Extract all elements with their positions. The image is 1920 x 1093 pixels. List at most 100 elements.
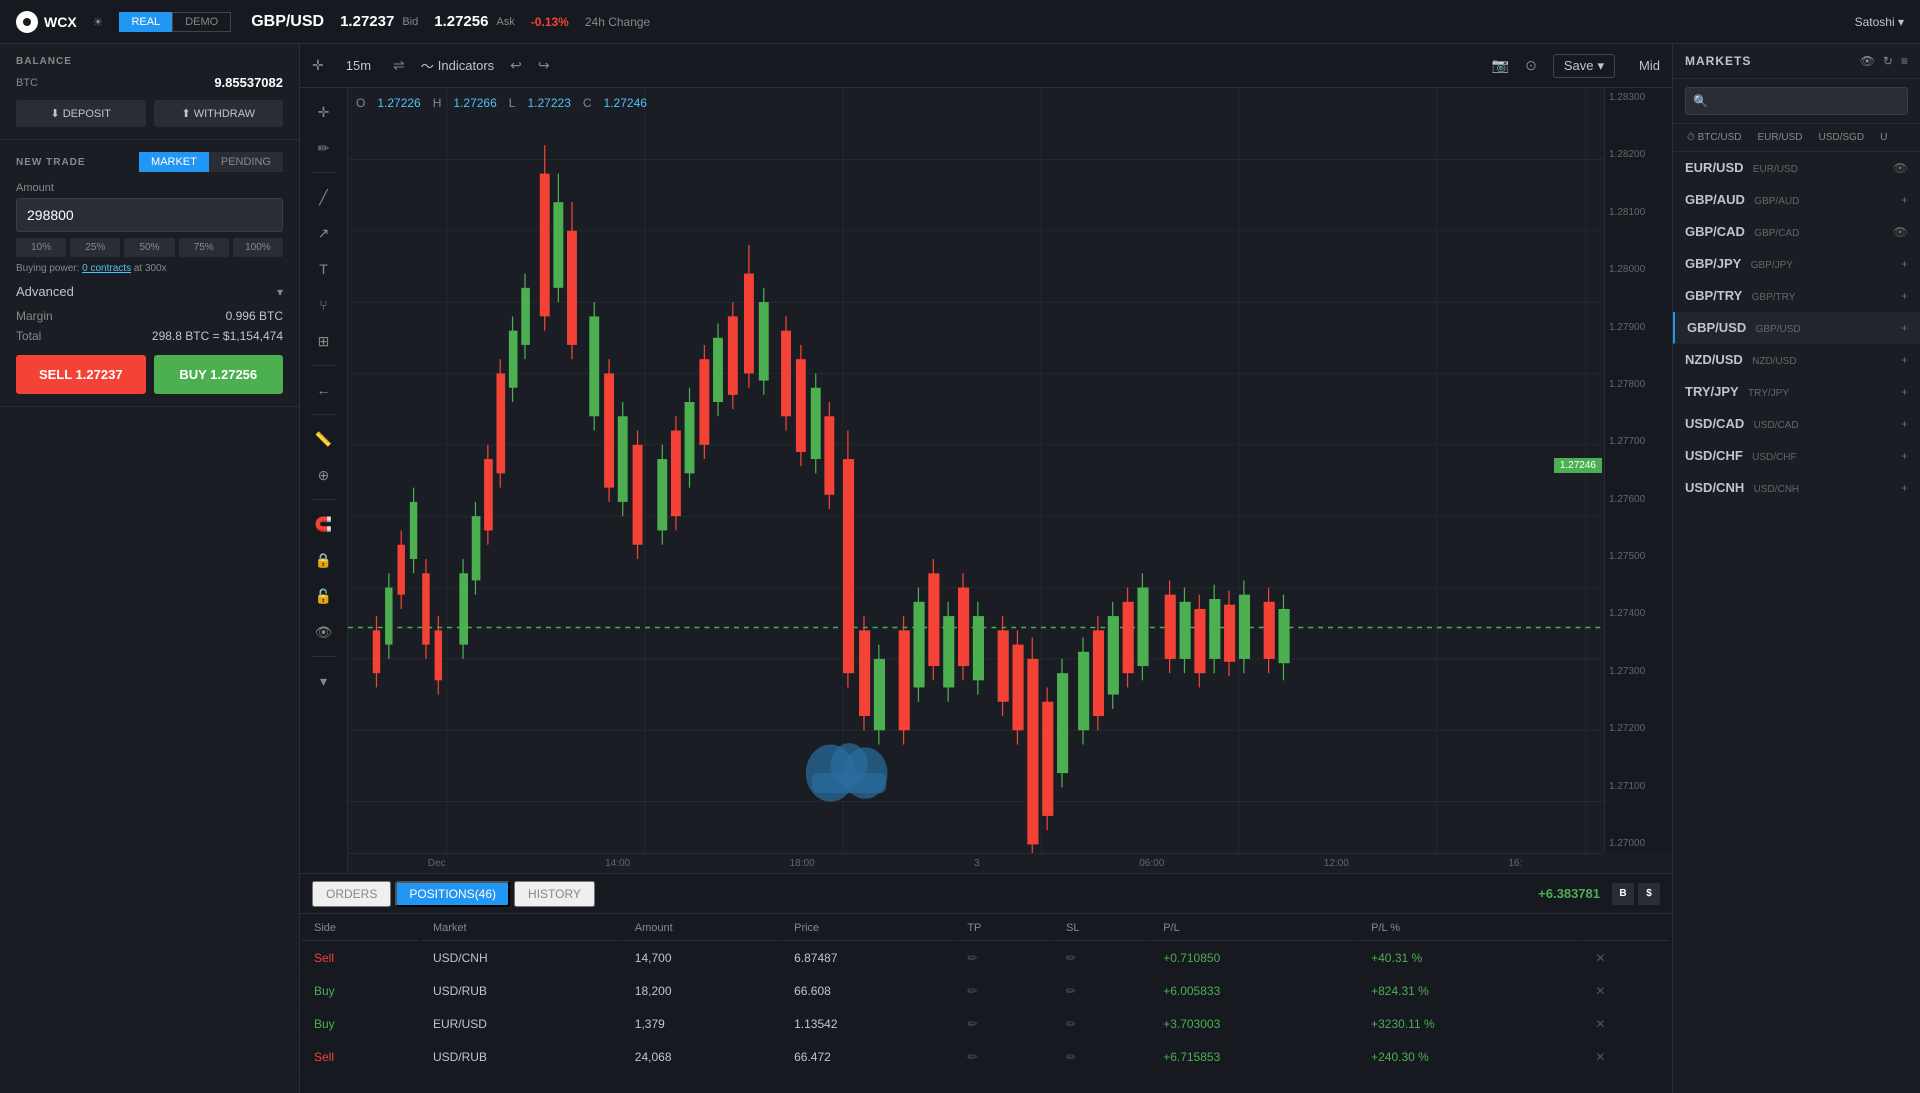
price-scale-val: 1.28100: [1609, 207, 1668, 218]
market-item-action[interactable]: +: [1901, 449, 1908, 463]
theme-toggle[interactable]: ☀: [93, 15, 104, 29]
list-item[interactable]: GBP/JPY GBP/JPY +: [1673, 248, 1920, 280]
buy-button[interactable]: BUY 1.27256: [154, 355, 284, 394]
position-tp[interactable]: ✏: [955, 1042, 1052, 1073]
current-price-tag: 1.27246: [1554, 458, 1602, 473]
s-icon-button[interactable]: $: [1638, 883, 1660, 905]
position-tp[interactable]: ✏: [955, 943, 1052, 974]
position-sl[interactable]: ✏: [1054, 1042, 1149, 1073]
market-tab-btcusd[interactable]: ⏱ BTC/USD: [1681, 130, 1747, 145]
compare-icon[interactable]: ⇌: [393, 57, 405, 74]
pen-tool[interactable]: ✏: [308, 132, 340, 164]
real-mode-button[interactable]: REAL: [119, 12, 172, 32]
position-sl[interactable]: ✏: [1054, 943, 1149, 974]
refresh-icon[interactable]: ↻: [1883, 54, 1893, 68]
market-item-action[interactable]: +: [1901, 193, 1908, 207]
pct-100-button[interactable]: 100%: [233, 238, 283, 257]
list-item[interactable]: GBP/USD GBP/USD +: [1673, 312, 1920, 344]
market-tab-usdsgd[interactable]: USD/SGD: [1813, 130, 1871, 145]
save-button[interactable]: Save ▾: [1553, 54, 1615, 78]
menu-icon[interactable]: ≡: [1901, 54, 1908, 68]
market-item-action[interactable]: 👁: [1893, 161, 1908, 175]
list-item[interactable]: EUR/USD EUR/USD 👁: [1673, 152, 1920, 184]
camera-icon[interactable]: 📷: [1492, 57, 1509, 74]
market-item-action[interactable]: +: [1901, 321, 1908, 335]
pct-50-button[interactable]: 50%: [124, 238, 174, 257]
crosshair-icon[interactable]: ✛: [312, 57, 324, 74]
sell-button[interactable]: SELL 1.27237: [16, 355, 146, 394]
position-close[interactable]: ✕: [1583, 976, 1670, 1007]
list-item[interactable]: USD/CHF USD/CHF +: [1673, 440, 1920, 472]
position-close[interactable]: ✕: [1583, 1042, 1670, 1073]
eye-tool[interactable]: 👁: [308, 616, 340, 648]
search-icon: 🔍: [1693, 94, 1708, 108]
market-item-action[interactable]: +: [1901, 481, 1908, 495]
col-tp: TP: [955, 916, 1052, 941]
demo-mode-button[interactable]: DEMO: [172, 12, 231, 32]
market-button[interactable]: MARKET: [139, 152, 209, 172]
position-sl[interactable]: ✏: [1054, 976, 1149, 1007]
position-sl[interactable]: ✏: [1054, 1009, 1149, 1040]
eye-icon[interactable]: 👁: [1860, 54, 1875, 68]
market-item-name: GBP/AUD GBP/AUD: [1685, 192, 1799, 207]
market-item-name: GBP/TRY GBP/TRY: [1685, 288, 1795, 303]
pct-25-button[interactable]: 25%: [70, 238, 120, 257]
list-item[interactable]: USD/CAD USD/CAD +: [1673, 408, 1920, 440]
advanced-row[interactable]: Advanced ▾: [16, 274, 283, 309]
market-tab-eurusd[interactable]: EUR/USD: [1751, 130, 1808, 145]
position-close[interactable]: ✕: [1583, 943, 1670, 974]
list-item[interactable]: GBP/AUD GBP/AUD +: [1673, 184, 1920, 216]
bid-label: Bid: [402, 16, 418, 28]
position-tp[interactable]: ✏: [955, 976, 1052, 1007]
redo-icon[interactable]: ↪: [538, 57, 550, 74]
chevron-down-tool[interactable]: ▾: [308, 665, 340, 697]
history-tab[interactable]: HISTORY: [514, 881, 595, 907]
lock-tool[interactable]: 🔒: [308, 544, 340, 576]
market-item-action[interactable]: +: [1901, 385, 1908, 399]
line-tool[interactable]: ╱: [308, 181, 340, 213]
position-price: 1.13542: [782, 1009, 953, 1040]
settings-icon[interactable]: ⊙: [1525, 57, 1537, 74]
indicators-button[interactable]: 〜 Indicators: [421, 56, 494, 75]
market-item-action[interactable]: +: [1901, 289, 1908, 303]
back-tool[interactable]: ←: [308, 374, 340, 406]
user-menu[interactable]: Satoshi ▾: [1839, 15, 1920, 29]
market-search-input[interactable]: [1685, 87, 1908, 115]
pct-10-button[interactable]: 10%: [16, 238, 66, 257]
market-item-action[interactable]: +: [1901, 353, 1908, 367]
cursor-tool[interactable]: ✛: [308, 96, 340, 128]
list-item[interactable]: GBP/TRY GBP/TRY +: [1673, 280, 1920, 312]
position-pl: +6.005833: [1151, 976, 1357, 1007]
positions-tab[interactable]: POSITIONS(46): [395, 881, 510, 907]
position-amount: 1,379: [623, 1009, 780, 1040]
list-item[interactable]: NZD/USD NZD/USD +: [1673, 344, 1920, 376]
market-item-action[interactable]: 👁: [1893, 225, 1908, 239]
market-tab-u[interactable]: U: [1874, 130, 1893, 145]
pct-75-button[interactable]: 75%: [179, 238, 229, 257]
position-pl-pct: +3230.11 %: [1359, 1009, 1581, 1040]
fork-tool[interactable]: ⑂: [308, 289, 340, 321]
magnet-tool[interactable]: 🧲: [308, 508, 340, 540]
text-tool[interactable]: T: [308, 253, 340, 285]
market-item-action[interactable]: +: [1901, 257, 1908, 271]
amount-input[interactable]: [16, 198, 283, 232]
zoom-in-tool[interactable]: ⊕: [308, 459, 340, 491]
orders-tab[interactable]: ORDERS: [312, 881, 391, 907]
arrow-tool[interactable]: ↗: [308, 217, 340, 249]
measure-tool[interactable]: 📏: [308, 423, 340, 455]
undo-icon[interactable]: ↩: [510, 57, 522, 74]
grid-tool[interactable]: ⊞: [308, 325, 340, 357]
b-icon-button[interactable]: B: [1612, 883, 1634, 905]
position-tp[interactable]: ✏: [955, 1009, 1052, 1040]
lock2-tool[interactable]: 🔓: [308, 580, 340, 612]
list-item[interactable]: TRY/JPY TRY/JPY +: [1673, 376, 1920, 408]
list-item[interactable]: USD/CNH USD/CNH +: [1673, 472, 1920, 504]
deposit-button[interactable]: ⬇ DEPOSIT: [16, 100, 146, 127]
market-item-action[interactable]: +: [1901, 417, 1908, 431]
pending-button[interactable]: PENDING: [209, 152, 283, 172]
withdraw-button[interactable]: ⬆ WITHDRAW: [154, 100, 284, 127]
timeframe-selector[interactable]: 15m: [340, 56, 377, 75]
contracts-link[interactable]: 0 contracts: [82, 263, 131, 274]
list-item[interactable]: GBP/CAD GBP/CAD 👁: [1673, 216, 1920, 248]
position-close[interactable]: ✕: [1583, 1009, 1670, 1040]
